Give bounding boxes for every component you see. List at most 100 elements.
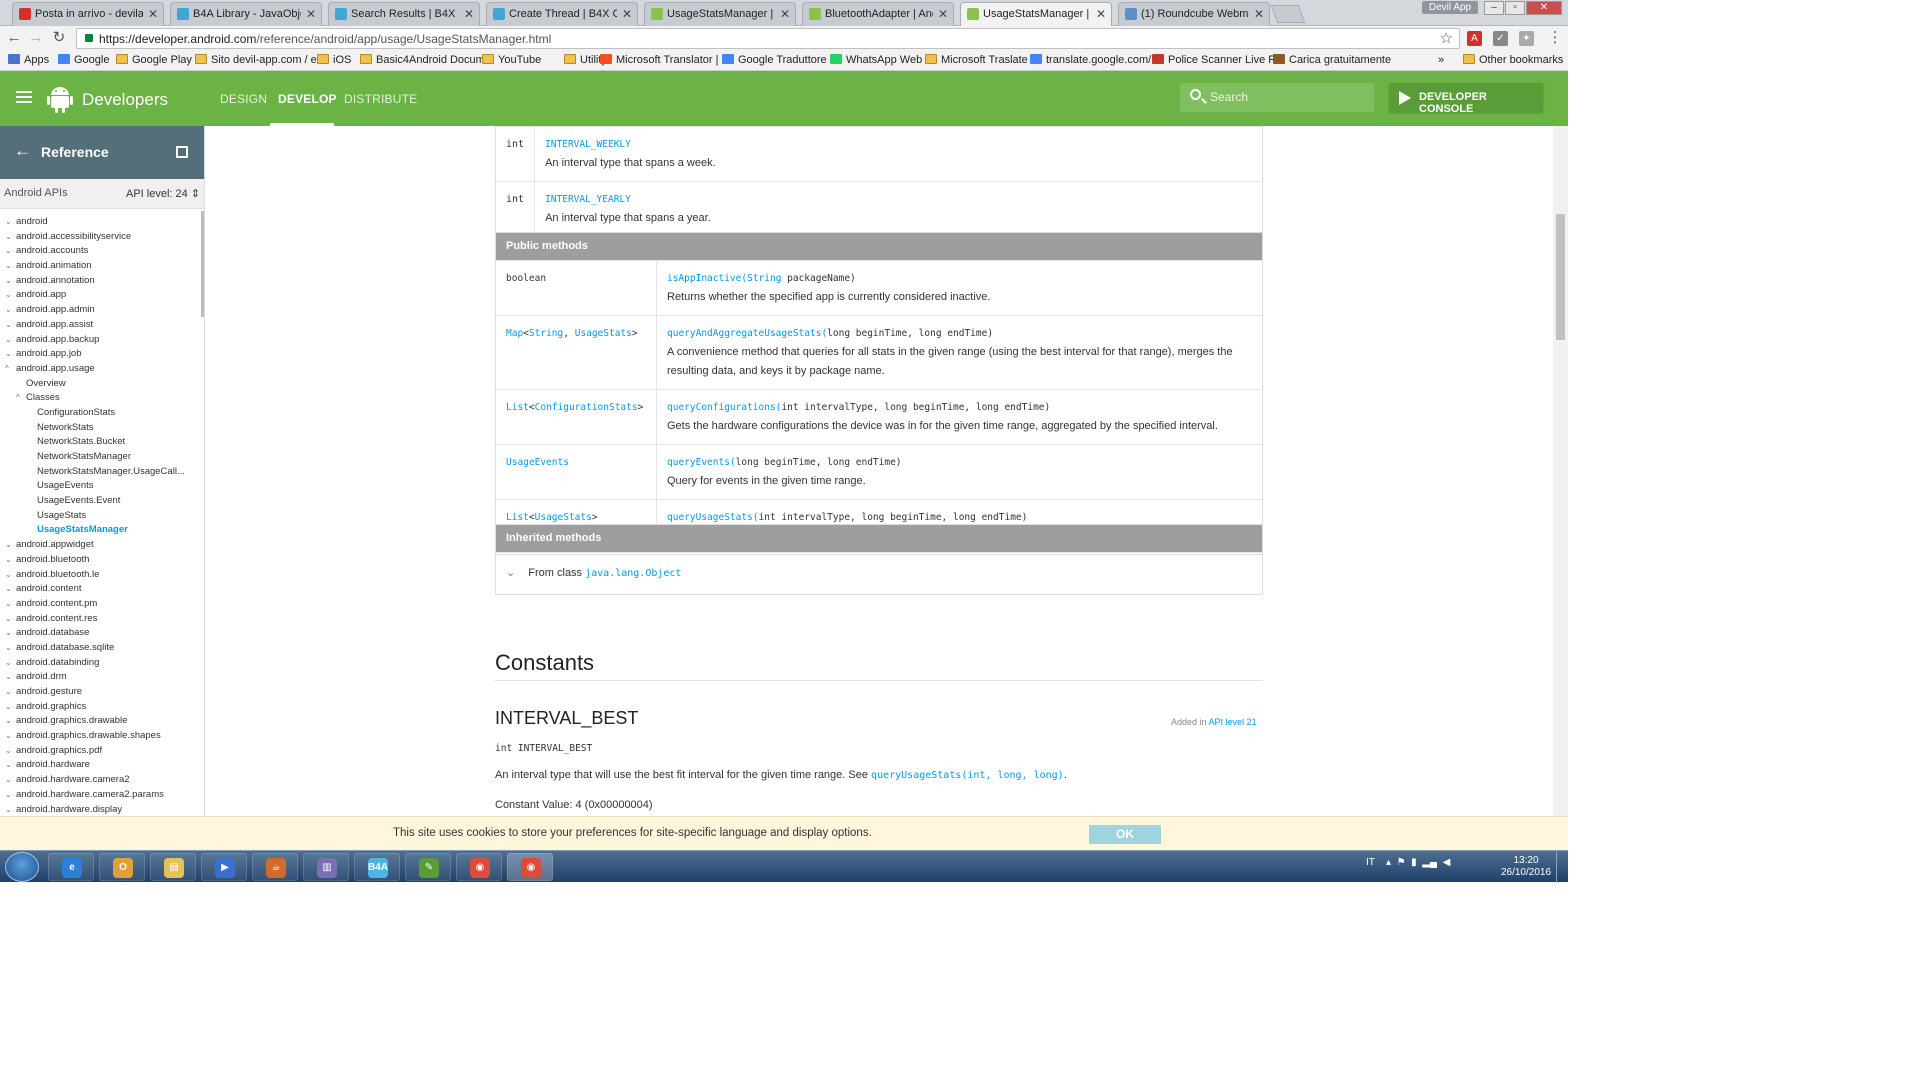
chevron-icon[interactable]: ⌄ [5,612,12,627]
browser-tab[interactable]: Search Results | B4X Com ✕ [328,2,480,26]
close-tab-icon[interactable]: ✕ [1254,3,1264,25]
chevron-icon[interactable]: ⌄ [5,244,12,259]
taskbar-app-outlook[interactable]: O [99,853,145,881]
tree-item[interactable]: ⌄ android.drm [0,670,200,685]
chevron-icon[interactable]: ⌄ [5,553,12,568]
return-type-part[interactable]: List [506,402,529,413]
tree-item[interactable]: ⌄ android.content.pm [0,597,200,612]
tree-item[interactable]: UsageStatsManager [0,523,200,538]
taskbar-app-chrome-active[interactable]: ◉ [507,853,553,881]
tray-arrow-icon[interactable]: ▴ [1386,857,1391,868]
field-link[interactable]: INTERVAL_WEEKLY [545,135,1252,154]
tree-item[interactable]: ⌄ android.database.sqlite [0,641,200,656]
bookmark-item[interactable]: Microsoft Translator | [600,54,719,66]
return-type-part[interactable]: UsageEvents [506,457,569,468]
taskbar-app-explorer[interactable]: ▤ [150,853,196,881]
nav-design[interactable]: DESIGN [220,92,267,106]
return-type-part[interactable]: ConfigurationStats [535,402,638,413]
close-tab-icon[interactable]: ✕ [780,3,790,25]
close-tab-icon[interactable]: ✕ [1096,3,1106,25]
tree-item[interactable]: ⌄ android.animation [0,259,200,274]
chevron-icon[interactable]: ⌄ [5,656,12,671]
return-type-part[interactable]: List [506,512,529,523]
browser-tab[interactable]: Create Thread | B4X Com ✕ [486,2,638,26]
tree-item[interactable]: ⌄ android.hardware.camera2 [0,773,200,788]
bookmark-star-icon[interactable]: ☆ [1440,29,1453,47]
tree-item[interactable]: ⌄ android.graphics [0,700,200,715]
param-part[interactable]: String [747,273,781,284]
bookmark-item[interactable]: Google Play [116,54,192,66]
url-text[interactable]: https://developer.android.com/reference/… [99,32,551,46]
chevron-icon[interactable]: ⌄ [5,744,12,759]
close-tab-icon[interactable]: ✕ [464,3,474,25]
field-link[interactable]: INTERVAL_YEARLY [545,190,1252,209]
nav-distribute[interactable]: DISTRIBUTE [344,92,417,106]
close-tab-icon[interactable]: ✕ [306,3,316,25]
method-link[interactable]: isAppInactive [667,273,741,284]
address-bar[interactable]: https://developer.android.com/reference/… [76,28,1460,49]
tree-item[interactable]: ⌄ android.app.job [0,347,200,362]
close-tab-icon[interactable]: ✕ [622,3,632,25]
tree-item[interactable]: NetworkStatsManager [0,450,200,465]
tree-item[interactable]: ⌄ android.databinding [0,656,200,671]
site-brand[interactable]: Developers [82,90,168,110]
taskbar-app-ie[interactable]: e [48,853,94,881]
hamburger-menu-icon[interactable] [16,91,32,93]
browser-tab[interactable]: BluetoothAdapter | Andr ✕ [802,2,954,26]
taskbar-app-java[interactable]: ☕ [252,853,298,881]
tree-item[interactable]: ⌄ android.gesture [0,685,200,700]
chevron-icon[interactable]: ⌄ [5,758,12,773]
windows-start-icon[interactable] [5,852,39,882]
chevron-icon[interactable]: ⌄ [5,773,12,788]
chevron-icon[interactable]: ^ [16,391,20,406]
chevron-icon[interactable]: ⌄ [5,714,12,729]
tree-item[interactable]: ⌄ android.bluetooth [0,553,200,568]
bookmark-item[interactable]: Google Traduttore [722,54,827,66]
bookmark-item[interactable]: Carica gratuitamente [1273,54,1391,66]
tree-item[interactable]: ⌄ android.app.assist [0,318,200,333]
tree-item[interactable]: ⌄ android.bluetooth.le [0,568,200,583]
chevron-icon[interactable]: ⌄ [5,729,12,744]
return-type-part[interactable]: String [529,328,563,339]
tree-item[interactable]: ⌄ android.graphics.drawable.shapes [0,729,200,744]
show-desktop-button[interactable] [1556,851,1568,883]
chevron-icon[interactable]: ⌄ [5,685,12,700]
network-icon[interactable]: ▮ [1411,857,1417,868]
pdf-extension-icon[interactable]: A [1467,31,1482,46]
chevron-icon[interactable]: ⌄ [5,568,12,583]
close-tab-icon[interactable]: ✕ [148,3,158,25]
chevron-icon[interactable]: ⌄ [5,641,12,656]
method-link[interactable]: queryEvents [667,457,730,468]
reload-icon[interactable]: ↻ [50,29,68,47]
method-link[interactable]: queryConfigurations [667,402,776,413]
tree-item[interactable]: ⌄ android.app.admin [0,303,200,318]
bookmark-item[interactable]: WhatsApp Web [830,54,922,66]
chevron-icon[interactable]: ^ [5,362,9,377]
tree-item[interactable]: NetworkStats [0,421,200,436]
api-level-link[interactable]: API level 21 [1209,717,1257,727]
minimize-button[interactable]: – [1484,1,1504,15]
extension-icon[interactable]: ✓ [1493,31,1508,46]
tree-item[interactable]: ⌄ android.content [0,582,200,597]
chevron-icon[interactable]: ⌄ [5,788,12,803]
tree-item[interactable]: ⌄ android.database [0,626,200,641]
taskbar-app-media[interactable]: ▶ [201,853,247,881]
tree-item[interactable]: ⌄ android.accounts [0,244,200,259]
tree-item[interactable]: UsageStats [0,509,200,524]
browser-tab[interactable]: Posta in arrivo - devilapp ✕ [12,2,164,26]
tree-item[interactable]: ⌄ android.content.res [0,612,200,627]
puzzle-extension-icon[interactable]: ✦ [1519,31,1534,46]
api-level-select[interactable]: API level: 24 ⇕ [126,187,200,200]
chevron-icon[interactable]: ⌄ [5,582,12,597]
bookmark-item[interactable]: YouTube [482,54,541,66]
taskbar-app-editor[interactable]: ✎ [405,853,451,881]
tree-item[interactable]: ⌄ android.hardware [0,758,200,773]
chevron-icon[interactable]: ⌄ [5,274,12,289]
tree-item[interactable]: ^ android.app.usage [0,362,200,377]
return-type-part[interactable]: Map [506,328,523,339]
chevron-icon[interactable]: ⌄ [5,318,12,333]
tree-item[interactable]: Overview [0,377,200,392]
tree-item[interactable]: NetworkStats.Bucket [0,435,200,450]
back-arrow-icon[interactable]: ← [5,29,23,47]
return-type-part[interactable]: UsageStats [535,512,592,523]
